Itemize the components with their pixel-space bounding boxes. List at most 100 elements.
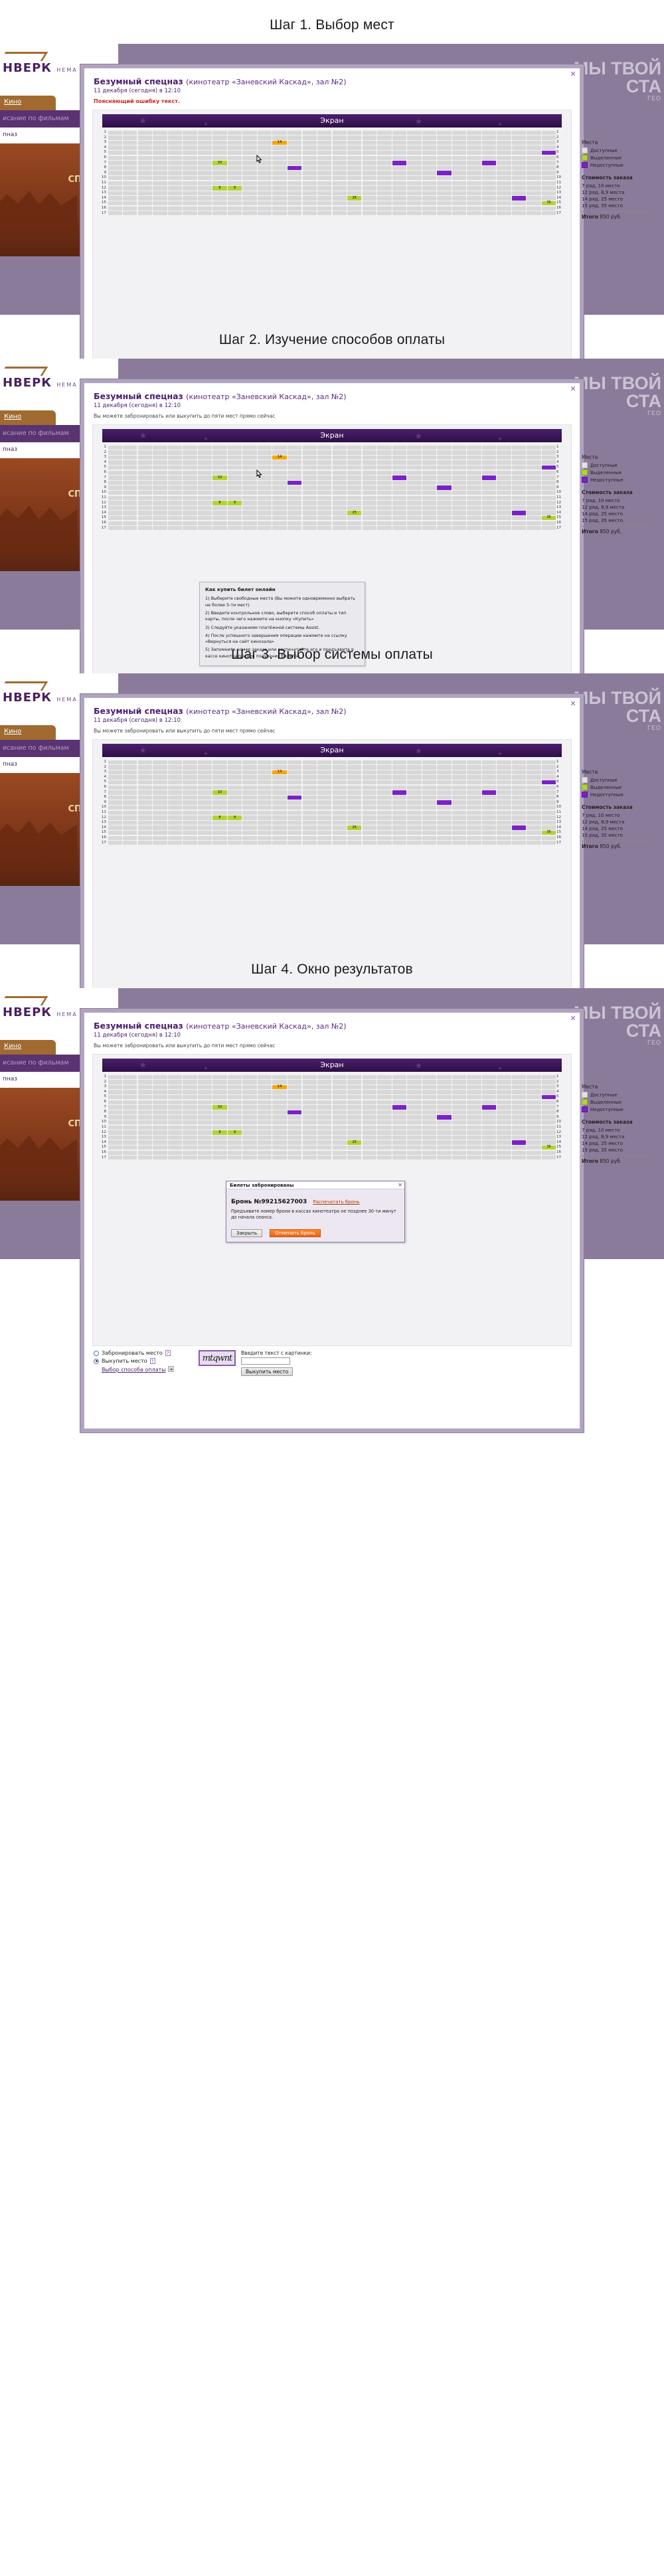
seat-available[interactable] — [123, 501, 137, 505]
seat-available[interactable] — [511, 186, 527, 191]
seat-available[interactable] — [407, 1115, 422, 1120]
seat-available[interactable] — [527, 165, 541, 171]
seat-available[interactable] — [153, 450, 167, 455]
seat-available[interactable] — [347, 145, 362, 150]
seat-available[interactable] — [242, 1125, 257, 1130]
seat-available[interactable] — [362, 760, 376, 764]
seat-available[interactable] — [392, 775, 407, 780]
seat-available[interactable] — [422, 165, 437, 171]
seat-available[interactable] — [183, 770, 197, 775]
seat-available[interactable] — [272, 515, 287, 521]
seat-available[interactable] — [407, 191, 422, 196]
seat-available[interactable] — [437, 475, 452, 480]
seat-available[interactable] — [302, 1145, 317, 1150]
seat-available[interactable] — [377, 171, 392, 175]
seat-available[interactable] — [242, 765, 257, 770]
seat-available[interactable] — [153, 1115, 167, 1120]
seat-available[interactable] — [242, 191, 257, 196]
seat-available[interactable] — [257, 495, 272, 500]
seat-available[interactable] — [287, 841, 302, 845]
seat-available[interactable] — [542, 495, 556, 500]
seat-available[interactable] — [467, 1156, 481, 1160]
seat-available[interactable] — [167, 145, 183, 150]
seat-available[interactable] — [242, 511, 257, 515]
seat-available[interactable] — [227, 191, 242, 196]
seat-available[interactable] — [362, 816, 376, 820]
seat-available[interactable] — [167, 1090, 183, 1094]
seat-available[interactable] — [272, 785, 287, 790]
seat-available[interactable] — [467, 501, 481, 505]
seat-available[interactable] — [257, 841, 272, 845]
seat-available[interactable] — [317, 470, 332, 475]
seat-available[interactable] — [422, 140, 437, 145]
seat-available[interactable] — [467, 175, 481, 181]
seat-available[interactable] — [302, 505, 317, 511]
seat-available[interactable] — [302, 490, 317, 495]
seat-available[interactable] — [183, 760, 197, 764]
seat-available[interactable] — [497, 445, 511, 450]
seat-available[interactable] — [197, 161, 212, 165]
seat-available[interactable] — [422, 1105, 437, 1110]
seat-available[interactable] — [153, 1080, 167, 1084]
seat-available[interactable] — [511, 515, 527, 521]
seat-available[interactable] — [407, 501, 422, 505]
seat-available[interactable] — [332, 475, 347, 480]
seat-available[interactable] — [362, 150, 376, 155]
seat-available[interactable] — [302, 841, 317, 845]
seat-available[interactable] — [467, 1090, 481, 1094]
seat-available[interactable] — [302, 795, 317, 800]
seat-available[interactable] — [527, 480, 541, 485]
seat-available[interactable] — [497, 1084, 511, 1090]
seat-available[interactable] — [272, 460, 287, 465]
seat-available[interactable] — [272, 191, 287, 196]
seat-available[interactable] — [212, 511, 227, 515]
seat-available[interactable] — [153, 140, 167, 145]
close-icon[interactable]: ✕ — [570, 700, 576, 707]
seat-available[interactable] — [257, 775, 272, 780]
seat-available[interactable] — [137, 1120, 152, 1125]
seat-available[interactable] — [347, 785, 362, 790]
seat-available[interactable] — [481, 1110, 497, 1115]
seat-available[interactable] — [302, 501, 317, 505]
seat-available[interactable] — [437, 196, 452, 201]
seat-available[interactable] — [153, 800, 167, 805]
seat-available[interactable] — [542, 770, 556, 775]
seat-available[interactable] — [467, 490, 481, 495]
seat-available[interactable] — [302, 830, 317, 835]
seat-available[interactable] — [137, 1150, 152, 1155]
seat-available[interactable] — [347, 800, 362, 805]
seat-available[interactable] — [153, 1105, 167, 1110]
seat-available[interactable] — [287, 1120, 302, 1125]
seat-available[interactable] — [317, 515, 332, 521]
seat-available[interactable] — [167, 816, 183, 820]
seat-available[interactable] — [257, 770, 272, 775]
seat-available[interactable] — [437, 1145, 452, 1150]
seat-available[interactable] — [467, 835, 481, 840]
seat-available[interactable] — [467, 150, 481, 155]
seat-available[interactable] — [257, 1100, 272, 1104]
seat-available[interactable] — [153, 526, 167, 531]
seat-selected[interactable]: 25 — [347, 1140, 362, 1145]
seat-available[interactable] — [317, 505, 332, 511]
seat-available[interactable] — [317, 760, 332, 764]
seat-available[interactable] — [481, 206, 497, 211]
seat-available[interactable] — [407, 460, 422, 465]
seat-available[interactable] — [287, 135, 302, 140]
seat-available[interactable] — [347, 1074, 362, 1079]
seat-occupied[interactable] — [437, 485, 452, 490]
seat-available[interactable] — [197, 505, 212, 511]
seat-available[interactable] — [332, 201, 347, 206]
seat-available[interactable] — [347, 191, 362, 196]
seat-available[interactable] — [392, 1120, 407, 1125]
seat-available[interactable] — [167, 795, 183, 800]
seat-available[interactable] — [452, 1090, 467, 1094]
seat-available[interactable] — [183, 211, 197, 216]
seat-available[interactable] — [317, 1156, 332, 1160]
seat-available[interactable] — [257, 490, 272, 495]
seat-available[interactable] — [422, 765, 437, 770]
seat-occupied[interactable] — [287, 165, 302, 171]
seat-available[interactable] — [123, 770, 137, 775]
seat-available[interactable] — [392, 501, 407, 505]
seat-available[interactable] — [183, 161, 197, 165]
seat-selected[interactable]: 9 — [227, 1130, 242, 1135]
